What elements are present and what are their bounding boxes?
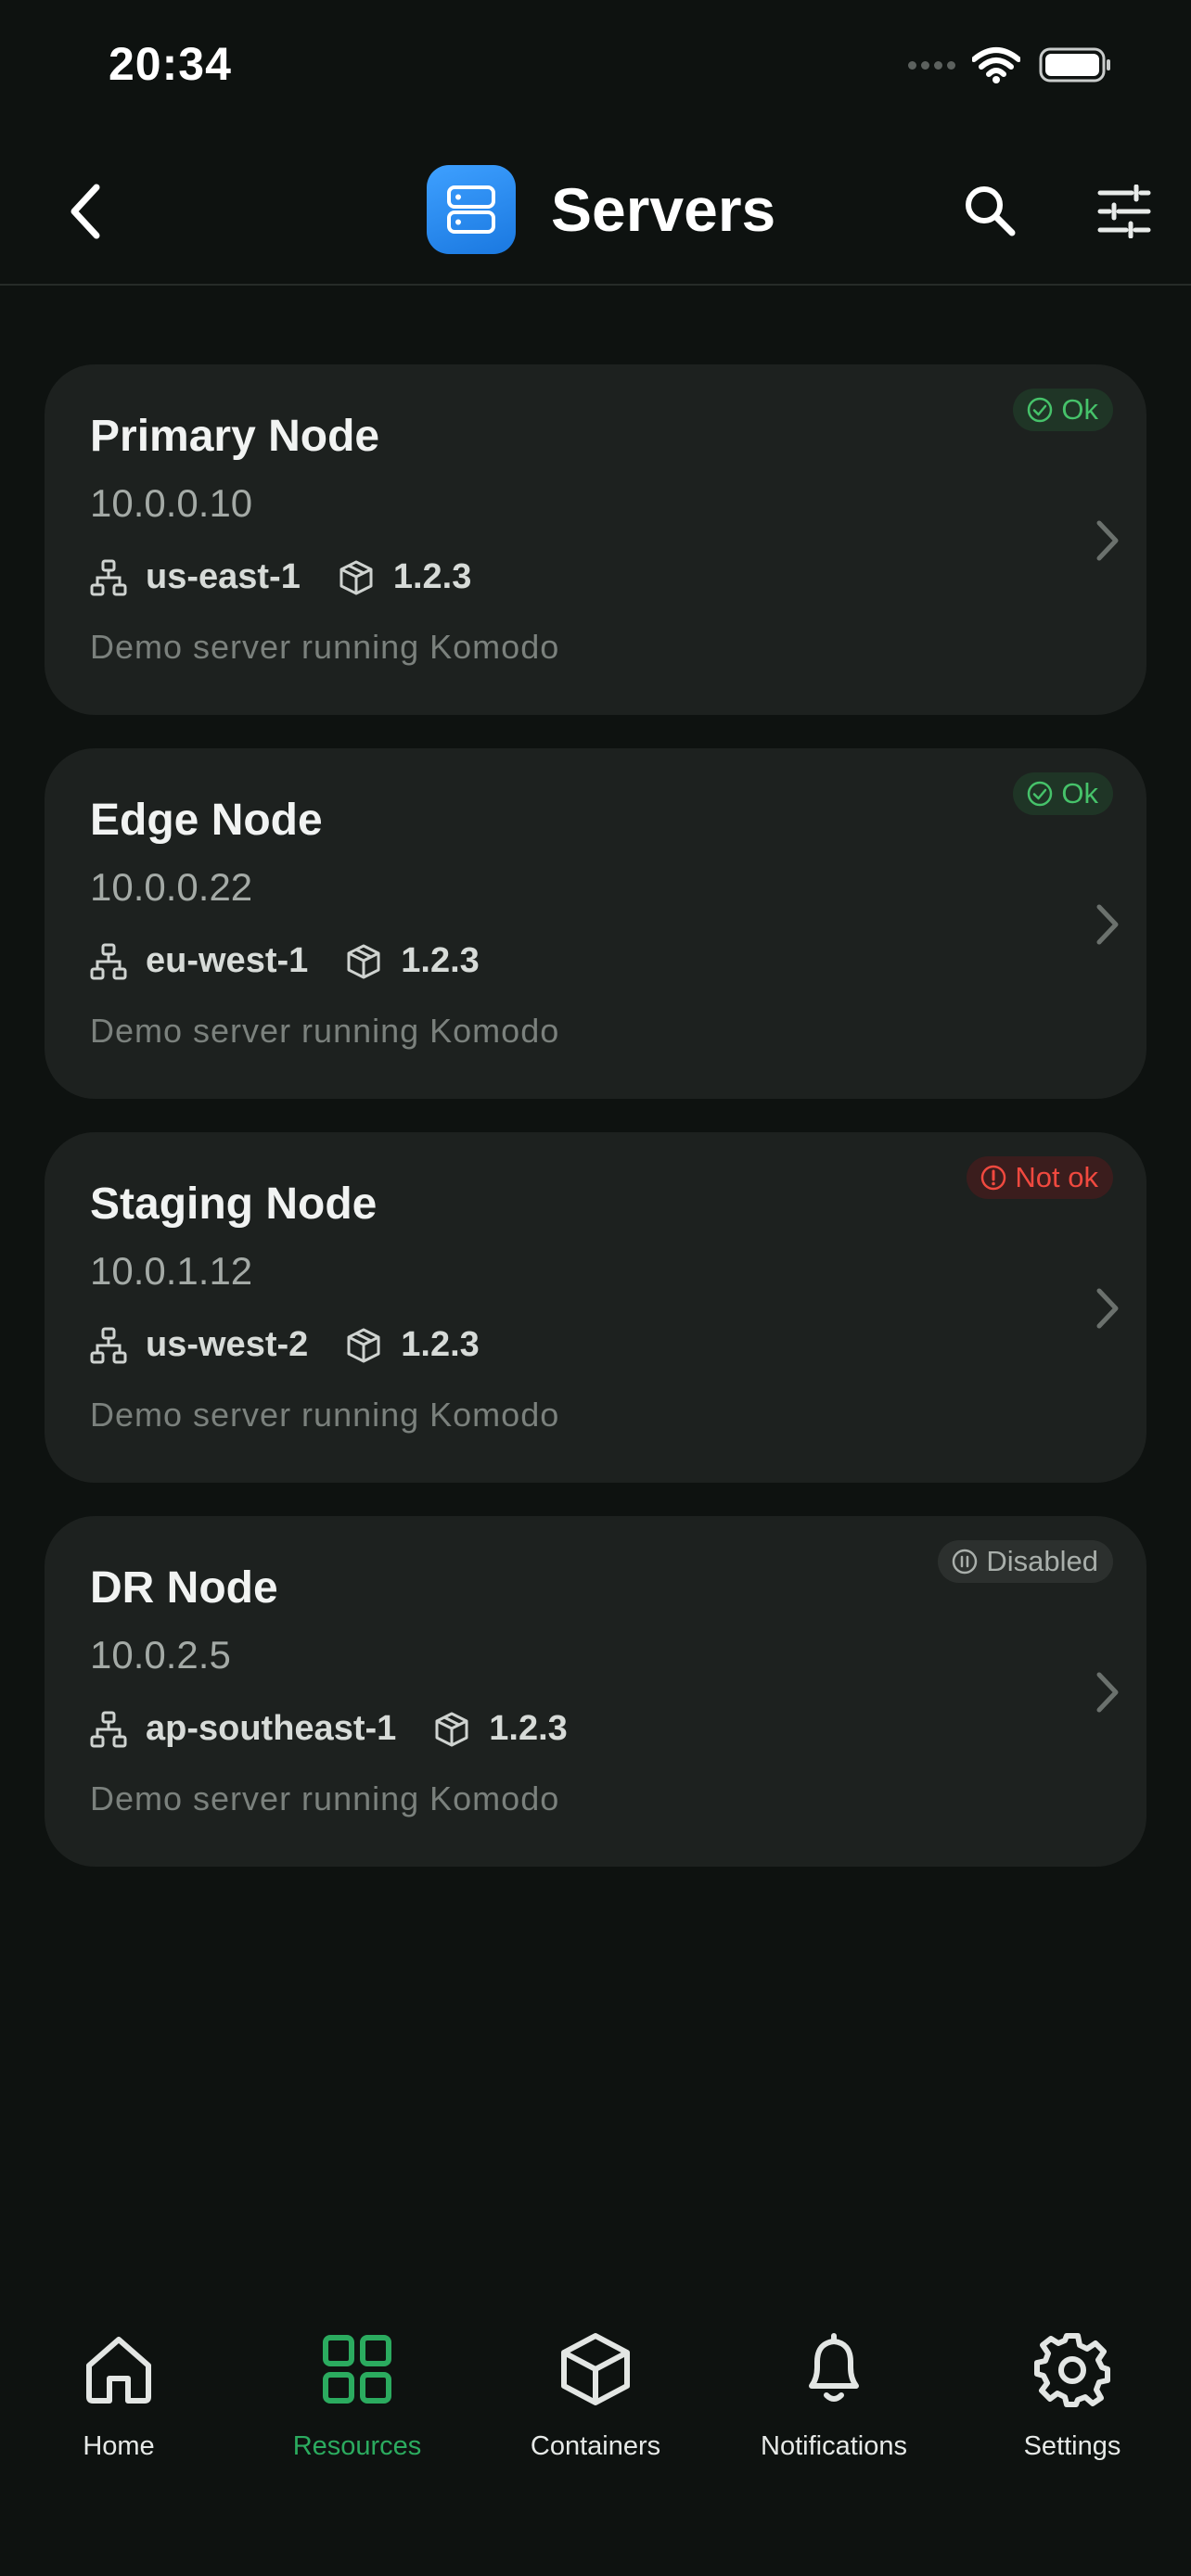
network-icon [90, 1711, 127, 1748]
server-name: Edge Node [90, 796, 323, 845]
chevron-right-icon [1087, 513, 1128, 568]
tab-label: Home [83, 2431, 155, 2461]
server-card[interactable]: Not ok Staging Node 10.0.1.12 us-west-2 … [45, 1132, 1146, 1483]
battery-icon [1039, 46, 1113, 83]
server-region: eu-west-1 [146, 941, 309, 980]
status-badge: Disabled [938, 1540, 1113, 1583]
server-region: ap-southeast-1 [146, 1709, 397, 1748]
server-ip: 10.0.0.22 [90, 865, 253, 909]
status-badge: Not ok [967, 1156, 1113, 1199]
server-meta: us-east-1 1.2.3 [90, 557, 471, 597]
package-icon [338, 559, 375, 596]
tab-home[interactable]: Home [0, 2309, 237, 2462]
filter-button[interactable] [1091, 178, 1158, 245]
page-title: Servers [551, 175, 776, 244]
status-label: Not ok [1015, 1161, 1098, 1193]
tab-label: Resources [292, 2431, 422, 2461]
server-ip: 10.0.2.5 [90, 1633, 231, 1677]
header-title-group: Servers [427, 165, 775, 254]
chevron-right-icon [1087, 1281, 1128, 1336]
box-icon [554, 2327, 637, 2411]
tab-label: Settings [1023, 2431, 1121, 2461]
check-circle-icon [1026, 396, 1054, 424]
status-label: Ok [1061, 393, 1098, 426]
tab-settings[interactable]: Settings [954, 2309, 1191, 2462]
server-card[interactable]: Ok Edge Node 10.0.0.22 eu-west-1 1.2.3 D… [45, 748, 1146, 1099]
tab-containers[interactable]: Containers [477, 2309, 714, 2462]
package-icon [433, 1711, 470, 1748]
server-version: 1.2.3 [392, 557, 472, 596]
status-indicators [908, 46, 1113, 83]
back-button[interactable] [56, 176, 115, 247]
server-name: Primary Node [90, 412, 380, 461]
chevron-right-icon [1087, 897, 1128, 952]
bell-icon [792, 2327, 876, 2411]
cellular-signal-icon [908, 60, 955, 70]
server-name: DR Node [90, 1563, 278, 1613]
status-bar: 20:34 [0, 0, 1191, 130]
wifi-icon [972, 46, 1020, 83]
server-meta: us-west-2 1.2.3 [90, 1325, 480, 1365]
server-stack-icon [427, 165, 516, 254]
server-version: 1.2.3 [401, 1325, 480, 1364]
server-description: Demo server running Komodo [90, 1012, 560, 1050]
server-description: Demo server running Komodo [90, 1396, 560, 1434]
home-icon [77, 2327, 160, 2411]
check-circle-icon [1026, 780, 1054, 808]
search-icon [966, 186, 1016, 236]
status-badge: Ok [1013, 772, 1113, 815]
tab-label: Containers [530, 2431, 661, 2461]
network-icon [90, 1327, 127, 1364]
server-description: Demo server running Komodo [90, 1779, 560, 1817]
status-label: Ok [1061, 777, 1098, 810]
server-meta: ap-southeast-1 1.2.3 [90, 1709, 568, 1749]
server-region: us-east-1 [146, 557, 301, 596]
app-header: Servers [0, 139, 1191, 286]
network-icon [90, 943, 127, 980]
tab-resources[interactable]: Resources [238, 2309, 476, 2462]
search-button[interactable] [955, 176, 1024, 245]
server-meta: eu-west-1 1.2.3 [90, 941, 480, 981]
alert-circle-icon [980, 1164, 1007, 1192]
status-badge: Ok [1013, 389, 1113, 431]
network-icon [90, 559, 127, 596]
status-label: Disabled [986, 1545, 1098, 1577]
chevron-right-icon [1087, 1664, 1128, 1720]
gear-icon [1031, 2327, 1114, 2411]
status-time: 20:34 [109, 38, 232, 90]
pause-circle-icon [951, 1548, 979, 1575]
server-list: Ok Primary Node 10.0.0.10 us-east-1 1.2.… [45, 364, 1146, 1900]
grid-icon [315, 2327, 399, 2411]
server-card[interactable]: Disabled DR Node 10.0.2.5 ap-southeast-1… [45, 1516, 1146, 1867]
tab-bar: Home Resources Containers Notifications … [0, 2309, 1191, 2494]
server-region: us-west-2 [146, 1325, 309, 1364]
tab-label: Notifications [761, 2431, 907, 2461]
server-ip: 10.0.1.12 [90, 1249, 253, 1293]
server-version: 1.2.3 [401, 941, 480, 980]
package-icon [345, 1327, 382, 1364]
package-icon [345, 943, 382, 980]
server-ip: 10.0.0.10 [90, 481, 253, 525]
server-description: Demo server running Komodo [90, 628, 560, 666]
server-name: Staging Node [90, 1180, 378, 1229]
sliders-icon [1097, 185, 1151, 238]
server-version: 1.2.3 [489, 1709, 568, 1748]
tab-notifications[interactable]: Notifications [715, 2309, 953, 2462]
server-card[interactable]: Ok Primary Node 10.0.0.10 us-east-1 1.2.… [45, 364, 1146, 715]
chevron-left-icon [70, 184, 100, 239]
